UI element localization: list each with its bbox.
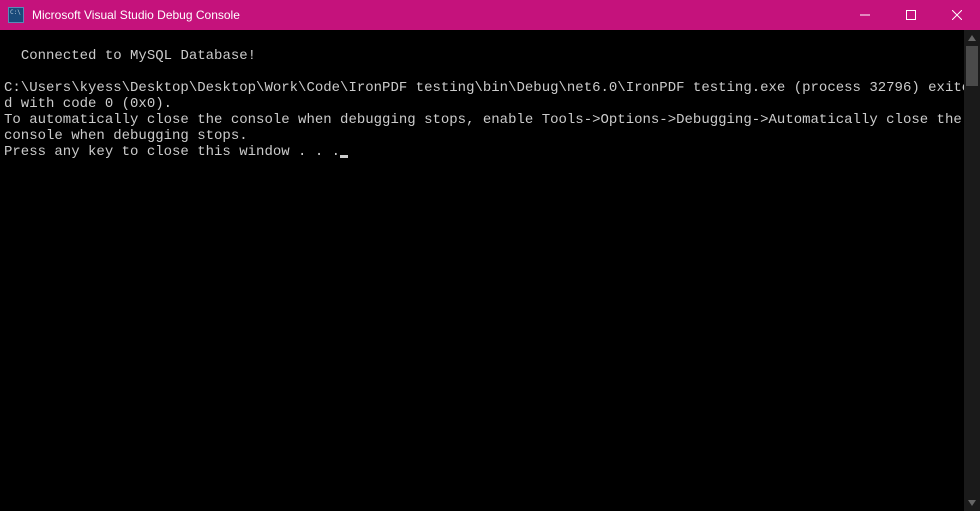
- console-output[interactable]: Connected to MySQL Database! C:\Users\ky…: [0, 30, 980, 511]
- minimize-icon: [860, 10, 870, 20]
- scrollbar-up-arrow[interactable]: [964, 30, 980, 46]
- console-line: C:\Users\kyess\Desktop\Desktop\Work\Code…: [4, 80, 970, 112]
- close-button[interactable]: [934, 0, 980, 30]
- vertical-scrollbar[interactable]: [964, 30, 980, 511]
- window-controls: [842, 0, 980, 30]
- scrollbar-thumb[interactable]: [966, 46, 978, 86]
- console-line: Connected to MySQL Database!: [21, 48, 256, 64]
- maximize-icon: [906, 10, 916, 20]
- window-title: Microsoft Visual Studio Debug Console: [32, 8, 842, 22]
- scrollbar-track[interactable]: [964, 46, 980, 495]
- app-icon: [8, 7, 24, 23]
- close-icon: [952, 10, 962, 20]
- chevron-down-icon: [968, 500, 976, 506]
- window-titlebar: Microsoft Visual Studio Debug Console: [0, 0, 980, 30]
- maximize-button[interactable]: [888, 0, 934, 30]
- cursor: [340, 155, 348, 158]
- minimize-button[interactable]: [842, 0, 888, 30]
- console-line: To automatically close the console when …: [4, 112, 970, 144]
- console-line: Press any key to close this window . . .: [4, 144, 340, 160]
- scrollbar-down-arrow[interactable]: [964, 495, 980, 511]
- chevron-up-icon: [968, 35, 976, 41]
